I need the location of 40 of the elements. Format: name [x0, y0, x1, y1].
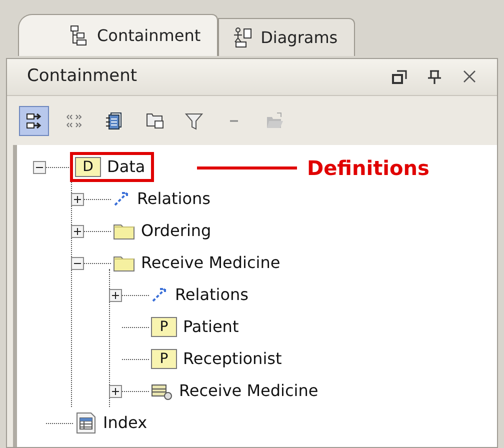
arrows-icon	[24, 110, 44, 130]
tree-item-label[interactable]: Relations	[137, 187, 210, 211]
annotation-label: Definitions	[307, 155, 430, 182]
package-badge: P	[151, 349, 177, 369]
expand-icon[interactable]	[71, 192, 84, 206]
open-folder-icon	[264, 110, 284, 130]
tree-item-label[interactable]: Ordering	[141, 219, 212, 243]
expand-icon[interactable]	[109, 288, 122, 302]
restore-icon	[392, 69, 407, 85]
tree-item-label[interactable]: Receive Medicine	[141, 251, 280, 275]
toolbar-button[interactable]	[19, 106, 49, 136]
dash-icon	[230, 120, 238, 122]
collapse-icon[interactable]	[33, 160, 46, 174]
folders-icon	[144, 110, 164, 130]
restore-button[interactable]	[392, 69, 407, 85]
close-button[interactable]	[462, 69, 477, 85]
tree-item-label[interactable]: Patient	[183, 315, 239, 339]
filter-icon	[184, 110, 204, 130]
tab[interactable]: Diagrams	[218, 18, 355, 56]
package-badge: D	[75, 157, 101, 177]
close-icon	[462, 69, 477, 85]
dashed-arrow-icon	[113, 190, 131, 208]
pin-button[interactable]	[427, 69, 442, 85]
dashed-arrow-icon	[151, 286, 169, 304]
actor-diagram-icon	[232, 26, 253, 48]
tab[interactable]: Containment	[18, 14, 218, 56]
collapse-icon[interactable]	[71, 256, 84, 270]
expand-icon[interactable]	[71, 224, 84, 238]
tree-item-label[interactable]: Data	[107, 155, 146, 179]
tree-item-label[interactable]: Index	[103, 411, 148, 435]
tree-item-label[interactable]: Receive Medicine	[179, 379, 318, 403]
expand-icon[interactable]	[109, 384, 122, 398]
tree-icon	[69, 24, 89, 46]
pin-icon	[427, 69, 442, 85]
documents-icon	[104, 110, 124, 130]
panel-title: Containment	[27, 65, 138, 88]
package-badge: P	[151, 317, 177, 337]
table-document-icon	[75, 412, 97, 434]
tree-item-label[interactable]: Relations	[175, 283, 248, 307]
tree-item-label[interactable]: Receptionist	[183, 347, 282, 371]
